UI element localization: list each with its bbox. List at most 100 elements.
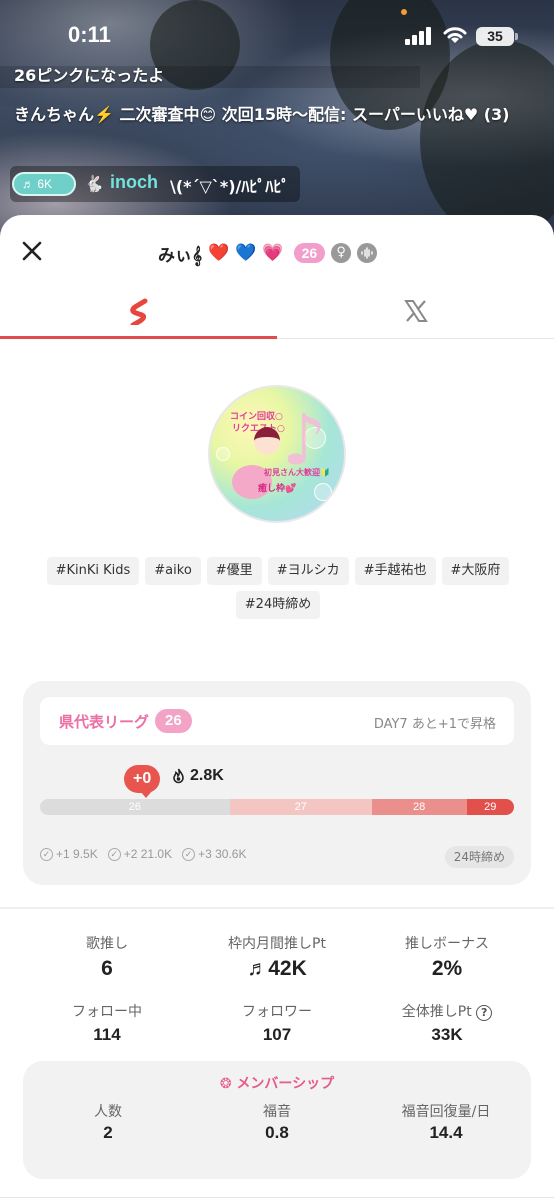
milestone-item: ✓ +1 9.5K [40,847,98,861]
stat-followers[interactable]: フォロワー 107 [192,1001,362,1045]
milestone-label: +3 30.6K [198,847,247,861]
camera-indicator [401,9,407,15]
stat-value: 0.8 [265,1123,289,1142]
stat-label: 福音回復量/日 [401,1104,491,1120]
x-logo-icon [403,300,428,322]
stream-comment: \(*´▽`*)/ﾊﾋﾟﾊﾋﾟ [170,177,290,196]
progress-segment: 29 [466,799,514,815]
check-icon: ✓ [40,847,53,861]
bubble-decoration [216,447,230,461]
stat-value: 33K [431,1025,463,1044]
stat-songs[interactable]: 歌推し 6 [22,933,192,981]
membership-members: 人数 2 [23,1101,193,1143]
league-name: 県代表リーグ [59,713,150,731]
membership-title: メンバーシップ [236,1076,335,1092]
close-icon[interactable] [18,237,46,265]
rank-change-bubble: +0 [124,765,161,793]
milestone-item: ✓ +2 21.0K [107,847,173,861]
comment-username[interactable]: inoch [110,172,158,193]
league-points-value: 2.8K [190,767,224,784]
music-badge-value: 6K [37,177,53,191]
pink-heart-icon: 💗 [262,242,284,263]
stat-label: 歌推し [86,936,128,952]
avatar[interactable]: ♪ コイン回収○ リクエスト○ 初見さん大歓迎🔰 癒し枠💕 [208,385,346,523]
stat-monthly-points[interactable]: 枠内月間推しPt ♬42K [192,933,362,981]
profile-sheet: みぃ𝄞 ❤️ 💙 💗 26 ♀ ♪ コイン回収○ リクエスト○ [0,215,554,1199]
profile-name: みぃ𝄞 [158,245,203,266]
stream-comment: きんちゃん⚡️ 二次審査中😊 次回15時〜配信: スーパーいいね♥ (3) [14,105,510,124]
bubble-decoration [314,483,332,501]
tag-chip[interactable]: #手越祐也 [354,557,436,585]
tag-chip[interactable]: #大阪府 [441,557,510,585]
bottom-divider [0,1197,554,1198]
membership-card[interactable]: ❂ メンバーシップ 人数 2 福音 0.8 福音回復量/日 14.4 [23,1061,531,1179]
stat-value: 42K [268,957,307,980]
progress-segment: 26 [40,799,230,815]
membership-title-row: ❂ メンバーシップ [23,1073,531,1093]
stat-label: 福音 [263,1104,291,1120]
laurel-icon: ❂ [219,1076,232,1092]
battery-tip [515,33,518,40]
league-points: 2.8K [171,767,224,785]
help-icon[interactable]: ? [476,1005,493,1021]
membership-recovery: 福音回復量/日 14.4 [361,1101,531,1143]
check-icon: ✓ [182,847,196,861]
app-s-logo-icon [129,298,147,325]
tag-chip[interactable]: #24時締め [235,591,321,619]
clock: 0:11 [68,22,111,47]
stat-total-points[interactable]: 全体推しPt ? 33K [362,1001,532,1045]
stream-comment: 26ピンクになったよ [14,66,165,85]
deadline-badge: 24時締め [444,846,514,868]
social-tabs [0,283,554,339]
tag-chip[interactable]: #aiko [145,557,201,585]
tag-list: #KinKi Kids #aiko #優里 #ヨルシカ #手越祐也 #大阪府 #… [36,557,520,619]
stat-value: 2% [431,957,463,980]
milestone-item: ✓ +3 30.6K [182,847,246,861]
rabbit-icon: 🐇 [84,174,104,193]
league-progress-bar: 26 27 28 29 [40,799,514,815]
red-heart-icon: ❤️ [208,242,230,263]
bubble-tail [140,791,152,798]
league-level-badge: 26 [155,709,192,733]
active-tab-indicator [0,336,277,339]
tag-chip[interactable]: #優里 [206,557,262,585]
tab-x[interactable] [277,283,554,339]
stat-following[interactable]: フォロー中 114 [22,1001,192,1045]
milestone-label: +2 21.0K [123,847,173,861]
music-badge: ♬ 6K [12,172,76,196]
stat-label: フォロー中 [72,1004,142,1020]
stat-label: 推しボーナス [405,936,489,952]
stat-value: 2 [103,1123,113,1142]
stat-bonus[interactable]: 推しボーナス 2% [362,933,532,981]
league-day-info: DAY7 あと+1で昇格 [373,717,496,732]
stat-label: 枠内月間推しPt [228,936,326,952]
level-badge: 26 [293,243,326,263]
milestone-list: ✓ +1 9.5K ✓ +2 21.0K ✓ +3 30.6K [40,847,246,861]
section-divider [0,907,554,909]
stat-value: 6 [101,957,113,980]
music-note-icon: ♬ [247,957,269,980]
stat-value: 107 [262,1025,292,1044]
tag-chip[interactable]: #ヨルシカ [267,557,349,585]
tag-chip[interactable]: #KinKi Kids [46,557,140,585]
stat-label: フォロワー [242,1004,312,1020]
flame-icon [173,768,184,784]
cellular-signal-icon [405,27,435,45]
battery-indicator: 35 [476,27,514,46]
wifi-icon [443,27,467,43]
voice-icon [357,243,378,263]
stat-value-row: ♬42K [192,957,362,981]
avatar-character [254,427,280,455]
progress-segment: 27 [229,799,372,815]
stat-value: 114 [93,1025,121,1044]
blue-heart-icon: 💙 [235,242,257,263]
stat-label: 人数 [94,1104,122,1120]
milestone-label: +1 9.5K [56,847,98,861]
tab-app[interactable] [0,283,277,339]
stat-label-row: 全体推しPt ? [362,1001,532,1021]
avatar-text: 癒し枠💕 [258,484,297,494]
membership-fukuon: 福音 0.8 [192,1101,362,1143]
profile-header: みぃ𝄞 ❤️ 💙 💗 26 ♀ [158,239,378,267]
league-card[interactable]: 県代表リーグ 26 DAY7 あと+1で昇格 +0 2.8K 26 27 28 29 … [23,681,531,885]
stat-value: 14.4 [429,1123,463,1142]
